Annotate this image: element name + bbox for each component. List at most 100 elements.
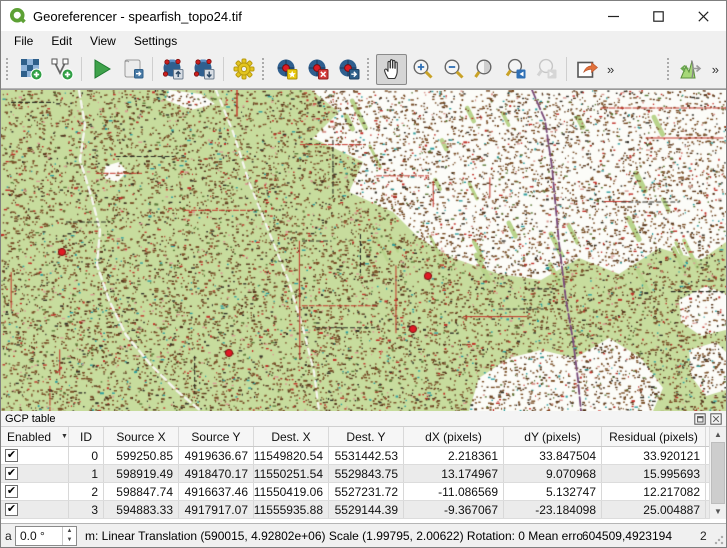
gcp-enabled-checkbox[interactable]: ✔ [5, 449, 18, 462]
scroll-up-arrow[interactable]: ▲ [710, 427, 726, 442]
col-header-dest-y[interactable]: Dest. Y [329, 427, 404, 446]
table-cell[interactable]: 2 [69, 483, 104, 500]
col-header-dx[interactable]: dX (pixels) [404, 427, 504, 446]
histogram-stretch-button[interactable] [676, 54, 707, 85]
table-cell[interactable]: -11549820.54 [254, 447, 329, 464]
spin-up-icon[interactable]: ▲ [63, 527, 76, 536]
delete-point-button[interactable] [302, 54, 333, 85]
table-cell[interactable]: 25.004887 [602, 501, 706, 518]
menu-file[interactable]: File [5, 33, 42, 49]
table-cell[interactable]: 4919636.67 [179, 447, 254, 464]
rotation-spinbox[interactable]: 0.0 ° ▲ ▼ [15, 526, 77, 546]
table-cell[interactable]: 598847.74 [104, 483, 179, 500]
start-georeferencing-button[interactable] [86, 54, 117, 85]
table-cell[interactable]: 4918470.17 [179, 465, 254, 482]
table-cell[interactable]: 5529843.75 [329, 465, 404, 482]
col-header-source-y[interactable]: Source Y [179, 427, 254, 446]
table-cell[interactable]: 12.217082 [602, 483, 706, 500]
zoom-in-button[interactable] [407, 54, 438, 85]
pan-button[interactable] [376, 54, 407, 85]
resize-grip-icon[interactable] [714, 535, 724, 545]
table-cell[interactable]: -11.086569 [404, 483, 504, 500]
table-cell[interactable]: 4916637.46 [179, 483, 254, 500]
toolbar-drag-handle[interactable] [6, 58, 11, 80]
filter-dropdown-icon[interactable]: ▼ [61, 433, 68, 440]
menu-view[interactable]: View [81, 33, 125, 49]
gcp-table-row[interactable]: ✔ 1598919.494918470.17-11550251.545529843… [1, 465, 726, 483]
toolbar-drag-handle[interactable] [262, 58, 267, 80]
scrollbar-thumb[interactable] [711, 442, 725, 504]
transformation-settings-button[interactable] [228, 54, 259, 85]
spinner-buttons[interactable]: ▲ ▼ [62, 527, 76, 545]
table-cell[interactable]: 5531442.53 [329, 447, 404, 464]
toolbar-overflow-chevron[interactable]: » [707, 62, 724, 77]
panel-float-button[interactable] [693, 412, 706, 425]
enabled-cell[interactable]: ✔ [1, 501, 69, 518]
spin-down-icon[interactable]: ▼ [63, 536, 76, 545]
table-cell[interactable]: -11550419.06 [254, 483, 329, 500]
save-gcp-points-button[interactable] [188, 54, 219, 85]
enabled-cell[interactable]: ✔ [1, 447, 69, 464]
table-cell[interactable]: 594883.33 [104, 501, 179, 518]
col-header-enabled[interactable]: Enabled ▼ [1, 427, 69, 446]
table-cell[interactable]: 15.995693 [602, 465, 706, 482]
menu-settings[interactable]: Settings [125, 33, 186, 49]
gcp-table-body: ✔ 0599250.854919636.67-11549820.545531442… [1, 447, 726, 519]
table-cell[interactable]: 5527231.72 [329, 483, 404, 500]
gcp-table-row[interactable]: ✔ 0599250.854919636.67-11549820.545531442… [1, 447, 726, 465]
table-cell[interactable]: 33.920121 [602, 447, 706, 464]
close-button[interactable] [681, 1, 726, 31]
zoom-to-layer-button[interactable] [469, 54, 500, 85]
zoom-next-button[interactable] [531, 54, 562, 85]
move-point-button[interactable] [333, 54, 364, 85]
table-cell[interactable]: 599250.85 [104, 447, 179, 464]
table-cell[interactable]: 13.174967 [404, 465, 504, 482]
gcp-table-row[interactable]: ✔ 2598847.744916637.46-11550419.065527231… [1, 483, 726, 501]
table-cell[interactable]: 5.132747 [504, 483, 602, 500]
link-georeferencer-to-qgis-button[interactable] [571, 54, 602, 85]
table-cell[interactable]: -11555935.88 [254, 501, 329, 518]
gcp-enabled-checkbox[interactable]: ✔ [5, 467, 18, 480]
col-header-dy[interactable]: dY (pixels) [504, 427, 602, 446]
gcp-enabled-checkbox[interactable]: ✔ [5, 485, 18, 498]
table-cell[interactable]: -9.367067 [404, 501, 504, 518]
enabled-cell[interactable]: ✔ [1, 483, 69, 500]
table-cell[interactable]: 5529144.39 [329, 501, 404, 518]
col-header-residual[interactable]: Residual (pixels) [602, 427, 706, 446]
zoom-out-button[interactable] [438, 54, 469, 85]
col-header-source-x[interactable]: Source X [104, 427, 179, 446]
open-raster-button[interactable] [15, 54, 46, 85]
table-vertical-scrollbar[interactable]: ▲ ▼ [709, 427, 726, 519]
menu-edit[interactable]: Edit [42, 33, 81, 49]
load-gcp-points-button[interactable] [157, 54, 188, 85]
table-cell[interactable]: 9.070968 [504, 465, 602, 482]
table-cell[interactable]: -23.184098 [504, 501, 602, 518]
map-canvas[interactable] [1, 90, 726, 411]
panel-close-button[interactable] [709, 412, 722, 425]
col-header-id[interactable]: ID [69, 427, 104, 446]
zoom-last-button[interactable] [500, 54, 531, 85]
table-cell[interactable]: 2.218361 [404, 447, 504, 464]
maximize-button[interactable] [636, 1, 681, 31]
gcp-enabled-checkbox[interactable]: ✔ [5, 503, 18, 516]
enabled-cell[interactable]: ✔ [1, 465, 69, 482]
zoom-last-icon [504, 57, 528, 81]
toolbar-overflow-chevron[interactable]: » [602, 62, 619, 77]
toolbar-drag-handle[interactable] [367, 58, 372, 80]
gdal-script-button[interactable] [117, 54, 148, 85]
toolbar-drag-handle[interactable] [667, 58, 672, 80]
open-gcp-points-button[interactable] [46, 54, 77, 85]
table-cell[interactable]: 33.847504 [504, 447, 602, 464]
table-cell[interactable]: 4917917.07 [179, 501, 254, 518]
table-cell[interactable]: 1 [69, 465, 104, 482]
add-point-button[interactable] [271, 54, 302, 85]
scroll-down-arrow[interactable]: ▼ [710, 504, 726, 519]
minimize-button[interactable] [591, 1, 636, 31]
rotation-value[interactable]: 0.0 ° [16, 527, 62, 545]
gcp-table-row[interactable]: ✔ 3594883.334917917.07-11555935.885529144… [1, 501, 726, 519]
table-cell[interactable]: 598919.49 [104, 465, 179, 482]
table-cell[interactable]: 0 [69, 447, 104, 464]
table-cell[interactable]: -11550251.54 [254, 465, 329, 482]
table-cell[interactable]: 3 [69, 501, 104, 518]
col-header-dest-x[interactable]: Dest. X [254, 427, 329, 446]
